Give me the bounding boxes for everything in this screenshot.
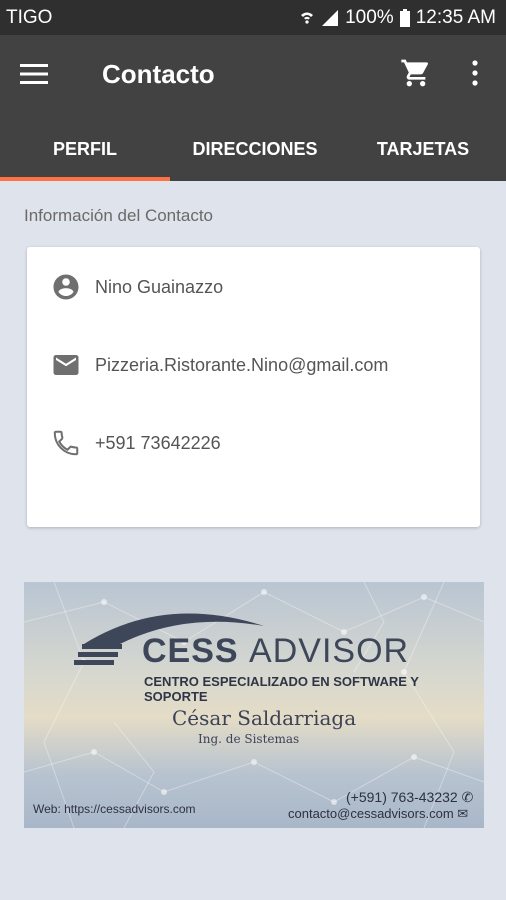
card-email-text: contacto@cessadvisors.com [288, 806, 454, 821]
contact-phone[interactable]: +591 73642226 [95, 433, 221, 454]
tab-tarjetas[interactable]: TARJETAS [340, 117, 506, 181]
card-website: Web: https://cessadvisors.com [33, 802, 196, 816]
tab-direcciones[interactable]: DIRECCIONES [170, 117, 340, 181]
tab-label: PERFIL [52, 138, 117, 159]
page-title: Contacto [102, 59, 215, 89]
battery-icon [399, 9, 410, 27]
section-title: Información del Contacto [24, 206, 213, 225]
card-email: contacto@cessadvisors.com ✉ [288, 806, 468, 822]
contact-email[interactable]: Pizzeria.Ristorante.Nino@gmail.com [95, 355, 388, 376]
card-brand-bold: CESS [142, 632, 239, 670]
contact-name: Nino Guainazzo [95, 276, 224, 297]
business-card-image: CESS ADVISOR CENTRO ESPECIALIZADO EN SOF… [24, 582, 484, 828]
contact-phone-row[interactable]: +591 73642226 [27, 423, 480, 463]
card-phone-text: (+591) 763-43232 [346, 789, 458, 805]
status-bar: TIGO 100% 12:35 AM [0, 0, 506, 35]
cart-icon[interactable] [400, 57, 432, 89]
battery-percent: 100% [345, 7, 394, 28]
contact-card: Nino Guainazzo Pizzeria.Ristorante.Nino@… [27, 247, 480, 527]
clock: 12:35 AM [415, 7, 496, 28]
card-person-name: César Saldarriaga [172, 706, 357, 730]
whatsapp-icon: ✆ [461, 789, 474, 805]
more-vert-icon[interactable] [468, 59, 482, 87]
mail-icon: ✉ [457, 806, 469, 821]
carrier-label: TIGO [6, 7, 53, 28]
contact-name-row: Nino Guainazzo [27, 267, 480, 307]
tab-label: TARJETAS [376, 138, 470, 159]
tab-label: DIRECCIONES [192, 138, 318, 159]
card-person-role: Ing. de Sistemas [198, 732, 300, 746]
card-brand-light: ADVISOR [249, 632, 410, 670]
email-icon [53, 355, 79, 375]
tab-indicator [0, 177, 170, 181]
account-circle-icon [53, 274, 79, 300]
contact-email-row[interactable]: Pizzeria.Ristorante.Nino@gmail.com [27, 345, 480, 385]
tab-bar: PERFIL DIRECCIONES TARJETAS [0, 117, 506, 181]
card-phone: (+591) 763-43232 ✆ [346, 789, 473, 806]
tab-perfil[interactable]: PERFIL [0, 117, 170, 181]
app-bar: Contacto [0, 35, 506, 117]
card-tagline: CENTRO ESPECIALIZADO EN SOFTWARE Y SOPOR… [144, 674, 419, 704]
menu-icon[interactable] [20, 63, 48, 85]
phone-icon [53, 430, 79, 456]
signal-icon [322, 10, 339, 26]
card-brand: CESS ADVISOR [142, 632, 409, 671]
status-right: 100% 12:35 AM [299, 7, 496, 29]
wifi-icon [301, 12, 314, 24]
